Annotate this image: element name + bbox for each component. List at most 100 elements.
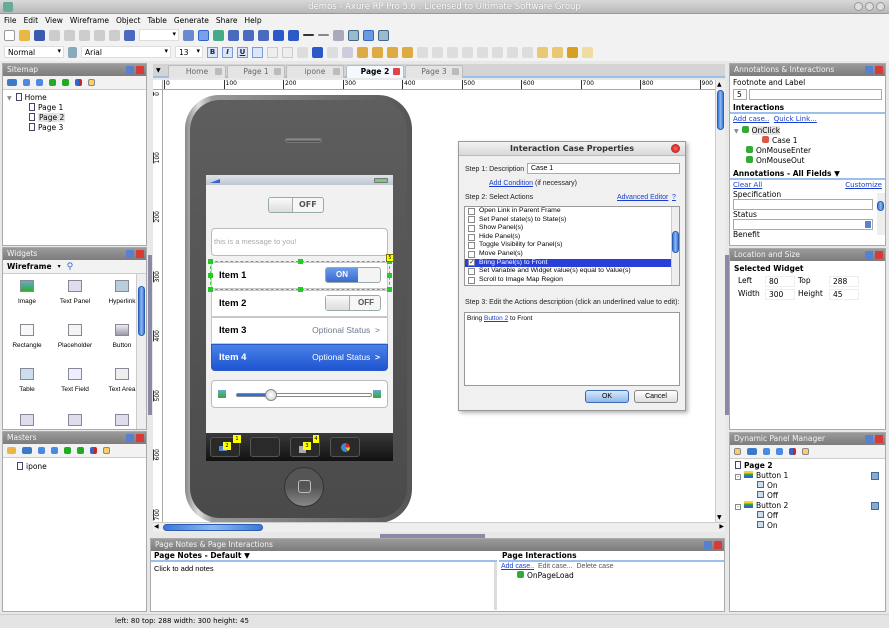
format-painter-icon[interactable] — [124, 29, 135, 41]
order3-icon[interactable] — [387, 46, 398, 58]
close-icon[interactable] — [136, 434, 144, 442]
customize-link[interactable]: Customize — [845, 181, 882, 189]
maximize-icon[interactable] — [865, 251, 873, 259]
bullet-icon[interactable] — [297, 46, 308, 58]
minimize-button[interactable] — [854, 2, 863, 11]
tab-close-icon[interactable] — [333, 68, 340, 75]
outdent-icon[interactable] — [62, 79, 69, 86]
close-icon[interactable] — [875, 435, 883, 443]
close-icon[interactable] — [714, 541, 722, 549]
tab-button-3[interactable]: 3 4 — [290, 435, 320, 457]
align-center-button[interactable] — [267, 46, 278, 58]
group-icon[interactable] — [258, 29, 269, 41]
scroll-thumb[interactable] — [672, 231, 679, 253]
slider-knob[interactable] — [265, 389, 277, 401]
checkbox[interactable] — [468, 216, 475, 224]
case-item[interactable]: Case 1 — [734, 136, 885, 146]
resize-handle[interactable] — [298, 259, 303, 264]
list-item-4[interactable]: Item 4 Optional Status > — [211, 344, 388, 371]
action-item[interactable]: Open Link in Parent Frame — [465, 207, 679, 216]
home-button[interactable] — [284, 467, 324, 507]
resize-handle[interactable] — [208, 259, 213, 264]
italic-button[interactable]: I — [222, 46, 233, 58]
resize-handle[interactable] — [387, 287, 392, 292]
sitemap-item-home[interactable]: ▼ Home — [7, 93, 146, 103]
close-icon[interactable] — [136, 250, 144, 258]
binoculars-icon[interactable]: ⚲ — [67, 262, 74, 272]
tab-close-icon[interactable] — [393, 68, 400, 75]
advanced-editor-link[interactable]: Advanced Editor — [617, 194, 668, 201]
message-input[interactable]: this is a message to you! — [211, 228, 388, 256]
maximize-icon[interactable] — [126, 434, 134, 442]
maximize-icon[interactable] — [865, 66, 873, 74]
move-up-icon[interactable] — [38, 447, 45, 454]
distribute-v-icon[interactable] — [522, 46, 533, 58]
scroll-thumb[interactable] — [138, 286, 145, 336]
align-bottom-obj-icon[interactable] — [492, 46, 503, 58]
event-onclick[interactable]: ▼ OnClick — [734, 126, 885, 136]
action-item[interactable]: Move Panel(s) — [465, 250, 679, 259]
tab-ipone[interactable]: ipone — [286, 65, 344, 78]
align-top-obj-icon[interactable] — [462, 46, 473, 58]
menu-generate[interactable]: Generate — [174, 16, 209, 25]
align-middle-obj-icon[interactable] — [477, 46, 488, 58]
open-folder-icon[interactable] — [19, 29, 30, 41]
add-state-icon[interactable] — [747, 448, 757, 455]
quick-link[interactable]: Quick Link... — [774, 115, 817, 123]
widget-placeholder[interactable]: Placeholder — [53, 324, 97, 362]
sitemap-item-page-3[interactable]: Page 3 — [7, 123, 146, 133]
move-down-icon[interactable] — [51, 447, 58, 454]
checkbox[interactable] — [468, 207, 475, 215]
order-icon[interactable] — [357, 46, 368, 58]
actions-scrollbar[interactable] — [671, 207, 679, 285]
checkbox[interactable] — [468, 276, 475, 284]
width-input[interactable]: 300 — [765, 289, 795, 300]
edit-panel-icon[interactable] — [734, 448, 741, 455]
status-select[interactable] — [733, 219, 873, 230]
outdent-icon[interactable] — [77, 447, 84, 454]
dpm-state-item[interactable]: On — [735, 481, 885, 491]
folder-icon[interactable] — [7, 447, 16, 454]
widget-rectangle[interactable]: Rectangle — [5, 324, 49, 362]
font-size-select[interactable]: 13 — [175, 46, 203, 58]
widgets-scrollbar[interactable] — [136, 274, 146, 429]
lock-icon[interactable] — [567, 46, 578, 58]
event-onpageload[interactable]: OnPageLoad — [517, 571, 724, 581]
event-onmouseenter[interactable]: OnMouseEnter — [734, 146, 885, 156]
bold-button[interactable]: B — [207, 46, 218, 58]
fields-scrollbar[interactable] — [877, 193, 885, 235]
tab-button-4[interactable] — [330, 437, 360, 457]
library-select[interactable]: Wireframe — [7, 262, 52, 271]
select-contained-icon[interactable] — [198, 29, 209, 41]
line-style-icon[interactable] — [318, 34, 329, 36]
checkbox[interactable]: ✓ — [468, 259, 475, 267]
notes-type-header[interactable]: Page Notes - Default ▼ — [151, 551, 497, 562]
tab-close-icon[interactable] — [215, 68, 222, 75]
undo-icon[interactable] — [94, 29, 105, 41]
move-down-icon[interactable] — [776, 448, 783, 455]
dpm-panel-item[interactable]: - Button 1 — [735, 471, 885, 481]
checkbox[interactable] — [468, 233, 475, 241]
tab-page-1[interactable]: Page 1 — [227, 65, 285, 78]
align-center-obj-icon[interactable] — [432, 46, 443, 58]
scroll-down-icon[interactable]: ▼ — [717, 514, 722, 521]
layout-bottom-icon[interactable] — [378, 29, 389, 41]
event-onmouseout[interactable]: OnMouseOut — [734, 156, 885, 166]
copy-icon[interactable] — [64, 29, 75, 41]
panel-visibility-icon[interactable] — [871, 502, 879, 510]
checkbox[interactable] — [468, 250, 475, 258]
menu-help[interactable]: Help — [245, 16, 262, 25]
top-toggle[interactable]: OFF — [268, 197, 324, 213]
save-icon[interactable] — [34, 29, 45, 41]
cut-icon[interactable] — [49, 29, 60, 41]
distribute-h-icon[interactable] — [507, 46, 518, 58]
align-objects-icon[interactable] — [342, 46, 353, 58]
tab-button-2[interactable] — [250, 437, 280, 457]
paste-icon[interactable] — [79, 29, 90, 41]
cancel-button[interactable]: Cancel — [634, 390, 678, 403]
list-item-3[interactable]: Item 3 Optional Status > — [211, 317, 388, 344]
move-up-icon[interactable] — [763, 448, 770, 455]
canvas-horizontal-scrollbar[interactable]: ◀ ▶ — [153, 522, 725, 532]
tab-close-icon[interactable] — [452, 68, 459, 75]
action-item[interactable]: Set Variable and Widget value(s) equal t… — [465, 267, 679, 276]
